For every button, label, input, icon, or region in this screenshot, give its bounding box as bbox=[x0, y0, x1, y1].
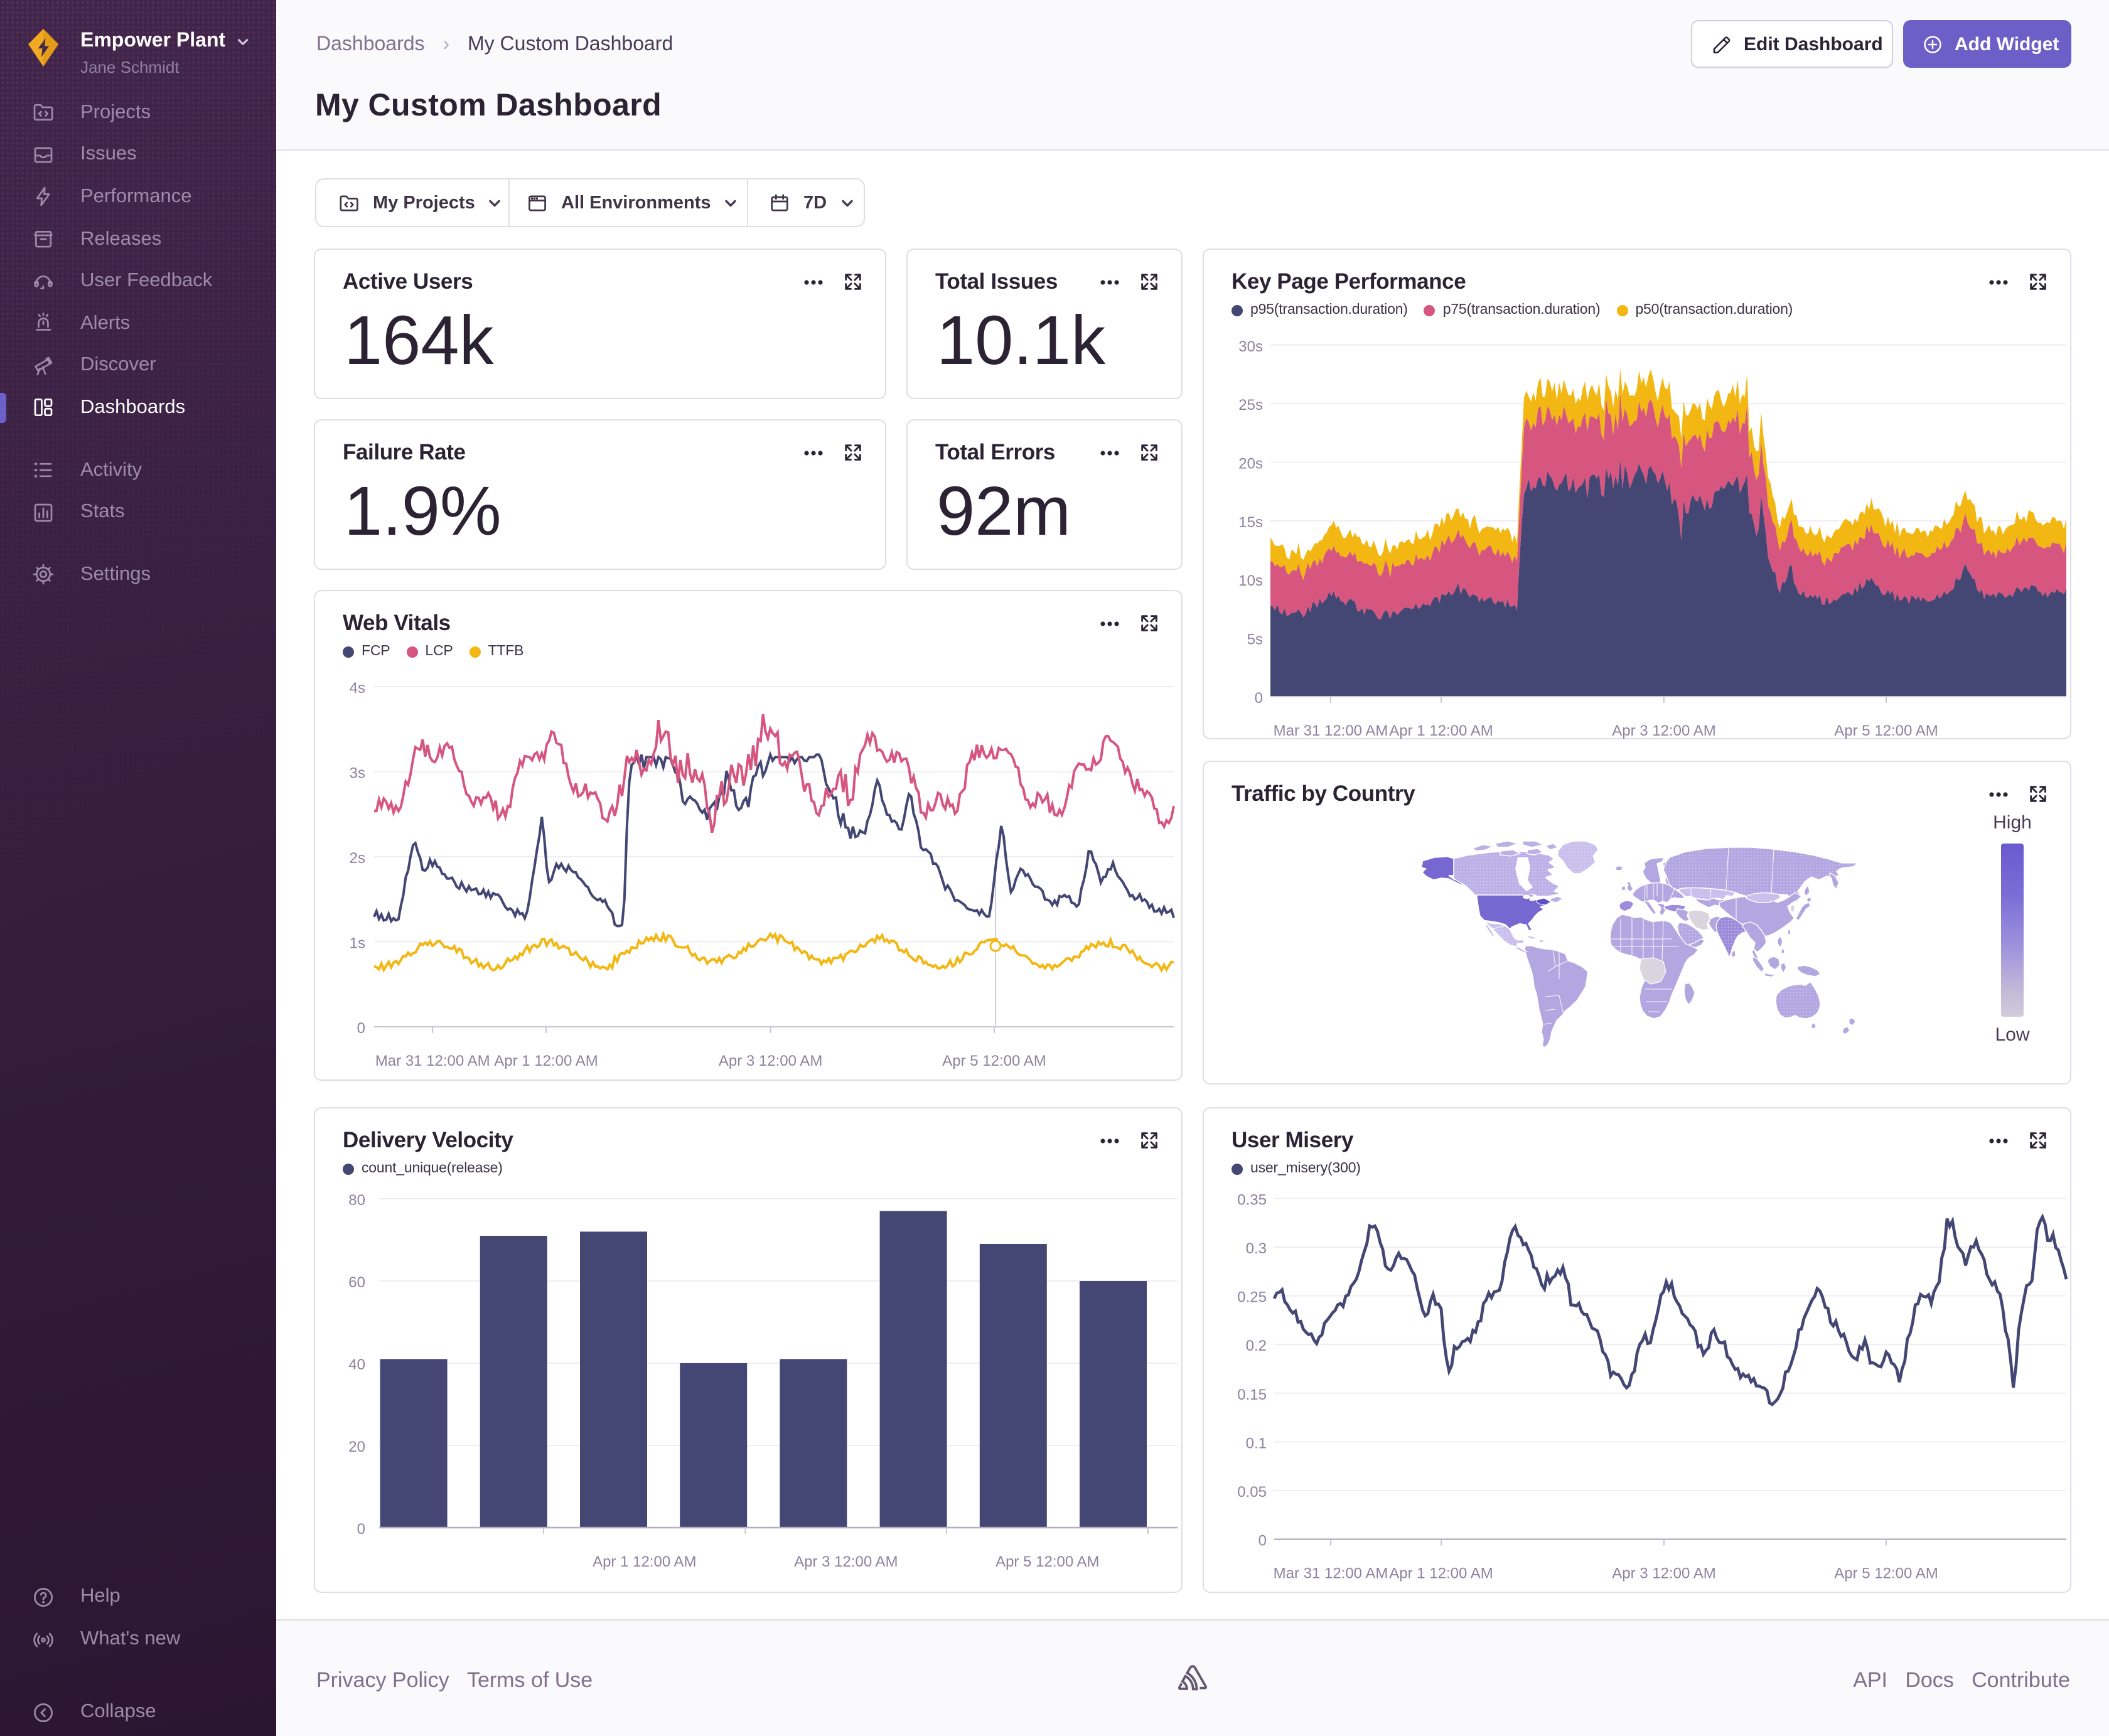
svg-text:0.1: 0.1 bbox=[1246, 1435, 1267, 1452]
svg-text:Apr 3 12:00 AM: Apr 3 12:00 AM bbox=[1612, 1565, 1715, 1582]
svg-text:Mar 31 12:00 AM: Mar 31 12:00 AM bbox=[1274, 1565, 1388, 1582]
svg-text:4s: 4s bbox=[350, 680, 365, 697]
svg-text:0: 0 bbox=[357, 1521, 365, 1538]
svg-text:5s: 5s bbox=[1247, 631, 1263, 648]
svg-text:Apr 1 12:00 AM: Apr 1 12:00 AM bbox=[1389, 1565, 1493, 1582]
svg-text:Apr 5 12:00 AM: Apr 5 12:00 AM bbox=[942, 1053, 1046, 1069]
svg-text:15s: 15s bbox=[1238, 514, 1263, 531]
svg-text:Apr 5 12:00 AM: Apr 5 12:00 AM bbox=[1834, 1565, 1938, 1582]
svg-text:0.25: 0.25 bbox=[1237, 1289, 1267, 1306]
svg-text:40: 40 bbox=[348, 1356, 365, 1373]
svg-text:20: 20 bbox=[348, 1439, 365, 1455]
svg-text:Mar 31 12:00 AM: Mar 31 12:00 AM bbox=[1274, 722, 1388, 739]
svg-text:Apr 1 12:00 AM: Apr 1 12:00 AM bbox=[494, 1053, 598, 1069]
svg-text:0.35: 0.35 bbox=[1237, 1191, 1267, 1208]
svg-text:30s: 30s bbox=[1238, 338, 1263, 355]
svg-text:Apr 5 12:00 AM: Apr 5 12:00 AM bbox=[995, 1553, 1099, 1570]
svg-text:10s: 10s bbox=[1238, 572, 1263, 589]
svg-text:2s: 2s bbox=[350, 850, 365, 867]
svg-text:60: 60 bbox=[348, 1274, 365, 1291]
svg-text:20s: 20s bbox=[1238, 456, 1263, 473]
svg-text:3s: 3s bbox=[350, 765, 365, 782]
svg-text:Apr 1 12:00 AM: Apr 1 12:00 AM bbox=[1389, 722, 1493, 739]
svg-text:0.3: 0.3 bbox=[1246, 1240, 1267, 1257]
svg-text:80: 80 bbox=[348, 1192, 365, 1209]
svg-text:Apr 5 12:00 AM: Apr 5 12:00 AM bbox=[1834, 722, 1938, 739]
svg-text:0.2: 0.2 bbox=[1246, 1337, 1267, 1354]
svg-text:Apr 3 12:00 AM: Apr 3 12:00 AM bbox=[719, 1053, 822, 1069]
svg-text:1s: 1s bbox=[350, 935, 365, 952]
svg-text:0: 0 bbox=[1258, 1533, 1267, 1550]
svg-text:0: 0 bbox=[1255, 690, 1263, 707]
svg-text:Apr 3 12:00 AM: Apr 3 12:00 AM bbox=[1612, 722, 1715, 739]
svg-text:Apr 3 12:00 AM: Apr 3 12:00 AM bbox=[794, 1553, 898, 1570]
svg-text:Mar 31 12:00 AM: Mar 31 12:00 AM bbox=[375, 1053, 490, 1069]
svg-text:0: 0 bbox=[357, 1020, 365, 1037]
svg-text:25s: 25s bbox=[1238, 397, 1263, 414]
svg-text:0.05: 0.05 bbox=[1237, 1484, 1267, 1501]
svg-text:0.15: 0.15 bbox=[1237, 1386, 1267, 1403]
svg-text:Apr 1 12:00 AM: Apr 1 12:00 AM bbox=[593, 1553, 696, 1570]
